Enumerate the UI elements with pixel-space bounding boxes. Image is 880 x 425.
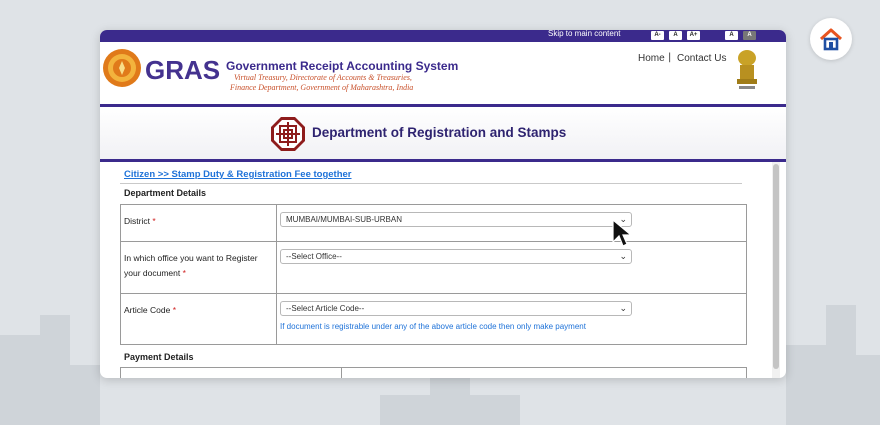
article-code-field-cell: --Select Article Code-- ⌄ If document is…	[276, 293, 747, 345]
divider	[120, 183, 742, 184]
font-normal-button[interactable]: A	[669, 31, 682, 40]
district-label: District *	[120, 204, 277, 242]
font-decrease-button[interactable]: A-	[651, 31, 664, 40]
system-subtitle-1: Virtual Treasury, Directorate of Account…	[234, 73, 412, 82]
corner-logo	[810, 18, 852, 60]
system-subtitle-2: Finance Department, Government of Mahara…	[230, 83, 414, 92]
contrast-light-button[interactable]: A	[725, 31, 738, 40]
chevron-down-icon: ⌄	[619, 303, 627, 313]
office-selected-value: --Select Office--	[286, 252, 342, 261]
font-increase-button[interactable]: A+	[687, 31, 700, 40]
district-select[interactable]: MUMBAI/MUMBAI-SUB-URBAN ⌄	[280, 212, 632, 227]
department-logo-icon	[271, 117, 305, 151]
article-code-row: Article Code * --Select Article Code-- ⌄…	[120, 293, 747, 345]
department-banner: Department of Registration and Stamps	[100, 104, 786, 162]
district-field-cell: MUMBAI/MUMBAI-SUB-URBAN ⌄	[276, 204, 747, 242]
district-selected-value: MUMBAI/MUMBAI-SUB-URBAN	[286, 215, 403, 224]
district-row: District * MUMBAI/MUMBAI-SUB-URBAN ⌄	[120, 204, 747, 242]
system-title: Government Receipt Accounting System	[226, 59, 459, 73]
home-icon	[819, 28, 843, 51]
article-code-hint: If document is registrable under any of …	[280, 322, 586, 331]
office-field-cell: --Select Office-- ⌄	[276, 241, 747, 294]
payment-details-heading: Payment Details	[124, 352, 194, 362]
article-code-label: Article Code *	[120, 293, 277, 345]
contact-us-link[interactable]: Contact Us	[677, 53, 726, 64]
breadcrumb[interactable]: Citizen >> Stamp Duty & Registration Fee…	[124, 169, 352, 180]
table-divider	[341, 368, 342, 378]
site-header: GRAS Government Receipt Accounting Syste…	[100, 42, 786, 104]
office-row: In which office you want to Register you…	[120, 241, 747, 294]
national-emblem-icon	[737, 50, 757, 89]
department-details-form: District * MUMBAI/MUMBAI-SUB-URBAN ⌄ In …	[120, 204, 747, 345]
department-title: Department of Registration and Stamps	[312, 125, 567, 140]
contrast-dark-button[interactable]: A	[743, 31, 756, 40]
mouse-cursor-icon	[612, 218, 633, 247]
office-label: In which office you want to Register you…	[120, 241, 277, 294]
office-select[interactable]: --Select Office-- ⌄	[280, 249, 632, 264]
top-bar: Skip to main content A- A A+ A A	[100, 30, 786, 42]
browser-window: Skip to main content A- A A+ A A GRAS Go…	[100, 30, 786, 378]
gras-logo-text: GRAS	[145, 55, 221, 85]
nav-separator: |	[668, 52, 672, 63]
scrollbar-thumb[interactable]	[773, 164, 779, 369]
maharashtra-seal-icon	[103, 49, 141, 87]
article-code-selected-value: --Select Article Code--	[286, 304, 365, 313]
department-details-heading: Department Details	[124, 188, 207, 198]
article-code-select[interactable]: --Select Article Code-- ⌄	[280, 301, 632, 316]
payment-details-table	[120, 367, 747, 378]
chevron-down-icon: ⌄	[619, 251, 627, 261]
scrollbar[interactable]	[772, 162, 780, 378]
home-link[interactable]: Home	[638, 53, 665, 64]
skip-to-content-link[interactable]: Skip to main content	[548, 30, 620, 38]
